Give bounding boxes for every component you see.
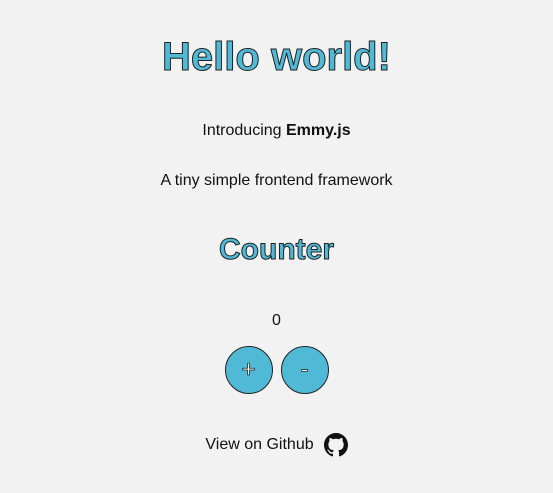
framework-name: Emmy.js xyxy=(285,122,351,139)
counter-title: Counter xyxy=(219,233,335,267)
github-link[interactable]: View on Github xyxy=(205,436,313,454)
decrement-button[interactable]: - xyxy=(280,346,329,394)
tagline: A tiny simple frontend framework xyxy=(160,172,393,189)
github-footer: View on Github xyxy=(0,433,553,457)
page-title: Hello world! xyxy=(162,35,392,80)
github-icon[interactable] xyxy=(323,433,348,457)
counter-controls: + - xyxy=(0,346,553,394)
intro-text: Introducing Emmy.js xyxy=(0,121,553,141)
intro-prefix: Introducing xyxy=(202,122,286,139)
increment-button[interactable]: + xyxy=(224,346,273,394)
counter-value: 0 xyxy=(272,312,281,329)
